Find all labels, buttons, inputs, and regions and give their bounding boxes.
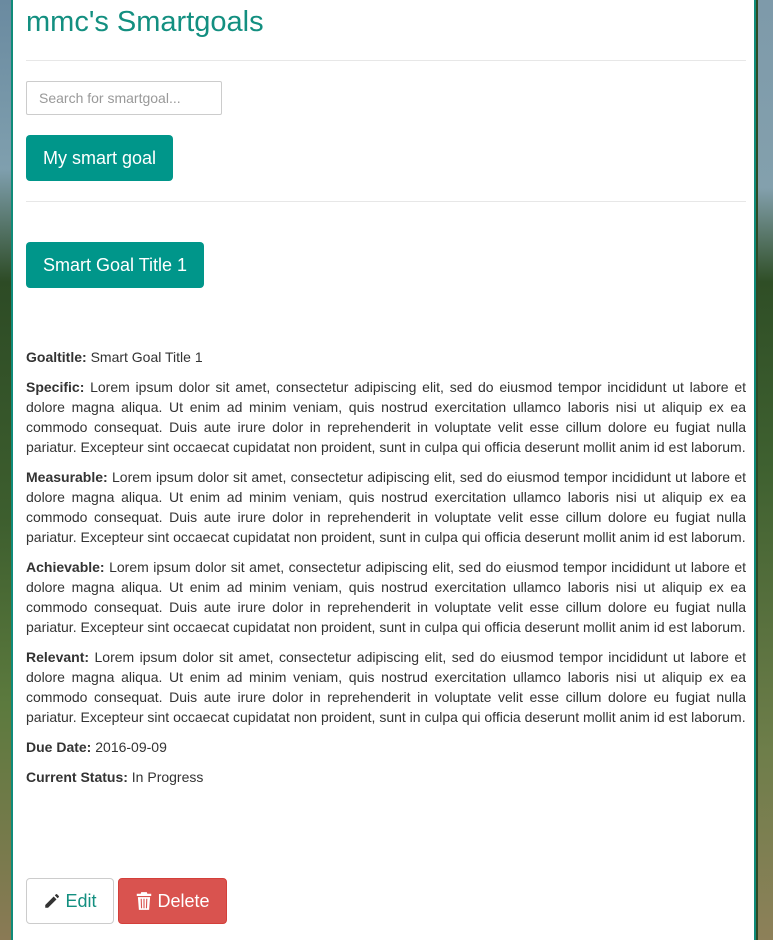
goal-title-button[interactable]: Smart Goal Title 1 (26, 242, 205, 288)
goaltitle-value: Smart Goal Title 1 (90, 349, 203, 365)
goaltitle-label: Goaltitle: (26, 349, 87, 365)
trash-icon (135, 891, 153, 911)
my-smart-goal-button[interactable]: My smart goal (26, 135, 174, 181)
measurable-value: Lorem ipsum dolor sit amet, consectetur … (26, 469, 746, 545)
goal-details: Goaltitle: Smart Goal Title 1 Specific: … (26, 347, 746, 797)
status-value: In Progress (131, 769, 204, 785)
specific-label: Specific: (26, 379, 85, 395)
background-forest-right (758, 0, 773, 940)
edit-label: Edit (65, 890, 97, 911)
due-date-label: Due Date: (26, 739, 92, 755)
relevant-label: Relevant: (26, 649, 90, 665)
relevant-row: Relevant: Lorem ipsum dolor sit amet, co… (26, 647, 746, 727)
achievable-label: Achievable: (26, 559, 105, 575)
page-title: mmc's Smartgoals (26, 6, 264, 38)
specific-value: Lorem ipsum dolor sit amet, consectetur … (26, 379, 746, 455)
search-input[interactable] (26, 81, 222, 115)
divider (26, 201, 746, 202)
status-row: Current Status: In Progress (26, 767, 746, 787)
edit-button[interactable]: Edit (26, 878, 114, 924)
relevant-value: Lorem ipsum dolor sit amet, consectetur … (26, 649, 747, 725)
specific-row: Specific: Lorem ipsum dolor sit amet, co… (26, 377, 746, 457)
divider (26, 60, 746, 61)
achievable-row: Achievable: Lorem ipsum dolor sit amet, … (26, 557, 746, 637)
achievable-value: Lorem ipsum dolor sit amet, consectetur … (26, 559, 746, 635)
delete-label: Delete (157, 890, 210, 911)
background-forest-left (0, 0, 11, 940)
delete-button[interactable]: Delete (118, 878, 227, 924)
measurable-label: Measurable: (26, 469, 108, 485)
status-label: Current Status: (26, 769, 128, 785)
goaltitle-row: Goaltitle: Smart Goal Title 1 (26, 347, 746, 367)
pencil-icon (43, 892, 61, 910)
due-date-row: Due Date: 2016-09-09 (26, 737, 746, 757)
main-panel: mmc's Smartgoals My smart goal Smart Goa… (11, 0, 756, 940)
due-date-value: 2016-09-09 (95, 739, 167, 755)
measurable-row: Measurable: Lorem ipsum dolor sit amet, … (26, 467, 746, 547)
